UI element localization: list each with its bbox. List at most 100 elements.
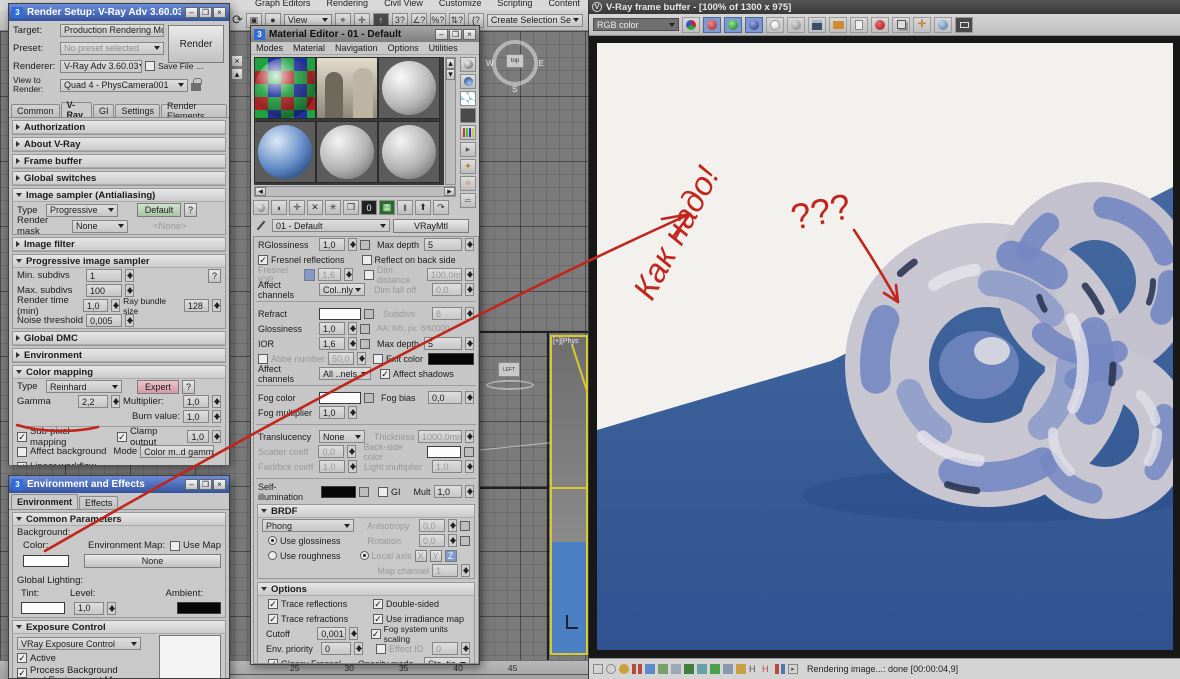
rollout-global-dmc[interactable]: Global DMC <box>13 332 225 345</box>
ior-field[interactable]: 1,6 <box>319 337 345 350</box>
brdf-type-dropdown[interactable]: Phong <box>262 519 354 532</box>
burn-field[interactable]: 1,0 <box>183 410 209 423</box>
get-material-icon[interactable] <box>253 200 269 215</box>
close-icon[interactable]: × <box>463 28 476 40</box>
anisotropy-field[interactable]: 0,0 <box>419 519 445 532</box>
scroll-right-icon[interactable]: ▸ <box>444 186 455 196</box>
rollout-options[interactable]: Options <box>258 583 474 596</box>
render-setup-dialog[interactable]: 3 Render Setup: V-Ray Adv 3.60.03 – ❐ × Ta… <box>8 3 230 465</box>
fog-mult-field[interactable]: 1,0 <box>319 406 345 419</box>
make-preview-icon[interactable]: ▸ <box>460 142 476 157</box>
gamma-field[interactable]: 2,2 <box>78 395 108 408</box>
use-map-checkbox[interactable] <box>169 540 180 551</box>
tab-settings[interactable]: Settings <box>115 104 160 117</box>
fog-bias-spinner[interactable] <box>465 391 474 404</box>
sample-slot-checker[interactable] <box>254 57 316 119</box>
refl-maxdepth-field[interactable]: 5 <box>424 238 462 251</box>
status-icon[interactable] <box>658 664 668 674</box>
clamp-spinner[interactable] <box>212 430 221 443</box>
backside-checkbox[interactable] <box>361 254 372 265</box>
self-illumination-swatch[interactable] <box>320 485 357 498</box>
ray-bundle-field[interactable]: 128 <box>183 299 209 312</box>
render-image[interactable] <box>597 43 1173 650</box>
effect-id-field[interactable]: 0 <box>432 642 458 655</box>
axis-z-button[interactable]: Z <box>444 549 457 562</box>
max-subdivs-spinner[interactable] <box>125 284 134 297</box>
gi-checkbox[interactable] <box>378 486 389 497</box>
scatter-field[interactable]: 0,0 <box>318 445 345 458</box>
cutoff-spinner[interactable] <box>348 627 358 640</box>
region-render-icon[interactable] <box>955 16 973 33</box>
env-priority-spinner[interactable] <box>354 642 363 655</box>
rglossiness-spinner[interactable] <box>348 238 357 251</box>
material-name-dropdown[interactable]: 01 - Default <box>272 219 390 232</box>
menu-scripting[interactable]: Scripting <box>497 0 532 8</box>
affect-background-checkbox[interactable] <box>17 446 27 457</box>
rollout-frame-buffer[interactable]: Frame buffer <box>13 155 225 168</box>
abbe-field[interactable]: 50,0 <box>328 352 355 365</box>
light-mult-field[interactable]: 1,0 <box>432 460 462 473</box>
affect-shadows-checkbox[interactable] <box>380 368 390 379</box>
max-subdivs-field[interactable]: 100 <box>86 284 122 297</box>
anisotropy-map-slot[interactable] <box>460 520 470 531</box>
axis-y-button[interactable]: Y <box>429 549 442 562</box>
active-checkbox[interactable] <box>17 653 27 663</box>
restore-icon[interactable]: ❐ <box>199 479 212 490</box>
menu-content[interactable]: Content <box>548 0 580 8</box>
multiplier-field[interactable]: 1,0 <box>183 395 209 408</box>
map-channel-field[interactable]: 1 <box>432 564 458 577</box>
render-button[interactable]: Render <box>168 25 224 63</box>
show-map-icon[interactable]: ▦ <box>379 200 395 215</box>
rgb-wheel-icon[interactable] <box>682 16 700 33</box>
process-background-checkbox[interactable] <box>17 668 27 678</box>
target-dropdown[interactable]: Production Rendering Mode <box>60 23 164 37</box>
rollout-image-filter[interactable]: Image filter <box>13 238 225 251</box>
rotation-map-slot[interactable] <box>460 535 470 546</box>
env-titlebar[interactable]: 3 Environment and Effects – ❐ × <box>9 476 229 493</box>
axis-x-button[interactable]: X <box>414 549 427 562</box>
vfb-titlebar[interactable]: V V-Ray frame buffer - [100% of 1300 x 9… <box>589 0 1180 14</box>
tint-swatch[interactable] <box>21 602 65 614</box>
rollout-global-switches[interactable]: Global switches <box>13 172 225 185</box>
rollout-brdf[interactable]: BRDF <box>258 505 474 518</box>
exit-color-swatch[interactable] <box>428 352 474 365</box>
sampler-help-button[interactable]: ? <box>184 203 197 217</box>
refract-map-slot[interactable] <box>364 308 374 319</box>
default-button[interactable]: Default <box>137 203 181 217</box>
linear-workflow-checkbox[interactable] <box>17 461 27 465</box>
cutoff-field[interactable]: 0,001 <box>317 627 346 640</box>
load-image-icon[interactable] <box>829 16 847 33</box>
progressive-help-button[interactable]: ? <box>208 268 221 283</box>
clear-image-icon[interactable] <box>871 16 889 33</box>
red-channel-icon[interactable] <box>703 16 721 33</box>
put-material-icon[interactable]: ◗ <box>271 200 287 215</box>
level-spinner[interactable] <box>107 601 116 615</box>
status-icon[interactable]: ▸ <box>788 664 798 674</box>
rollout-about-vray[interactable]: About V-Ray <box>13 138 225 151</box>
multiplier-spinner[interactable] <box>212 395 221 408</box>
alpha-channel-icon[interactable] <box>766 16 784 33</box>
fog-units-checkbox[interactable] <box>370 628 381 639</box>
minimize-icon[interactable]: – <box>185 479 198 490</box>
render-mask-dropdown[interactable]: None <box>72 219 128 233</box>
redo-icon[interactable]: ⟳ <box>232 12 243 28</box>
subdivs-spinner[interactable] <box>465 307 474 320</box>
assign-material-icon[interactable]: ✛ <box>289 200 305 215</box>
dim-falloff-spinner[interactable] <box>465 283 474 296</box>
dock-scroll-up-icon[interactable]: ▴ <box>231 68 243 80</box>
rotation-spinner[interactable] <box>448 534 457 547</box>
status-icon-h2[interactable]: H <box>762 664 772 674</box>
material-editor-dialog[interactable]: 3 Material Editor - 01 - Default – ❐ × Mod… <box>250 25 480 665</box>
backlight-icon[interactable] <box>460 74 476 89</box>
refr-maxdepth-field[interactable]: 5 <box>424 337 462 350</box>
ior-map-slot[interactable] <box>360 338 370 349</box>
status-icon[interactable] <box>619 664 629 674</box>
vray-frame-buffer-window[interactable]: V V-Ray frame buffer - [100% of 1300 x 9… <box>588 0 1180 679</box>
ray-bundle-spinner[interactable] <box>212 299 221 312</box>
vfb-channel-dropdown[interactable]: RGB color <box>593 18 679 31</box>
restore-icon[interactable]: ❐ <box>449 28 462 40</box>
tab-environment[interactable]: Environment <box>11 494 79 509</box>
level-field[interactable]: 1,0 <box>74 601 104 615</box>
noise-threshold-field[interactable]: 0,005 <box>86 314 122 327</box>
self-mult-field[interactable]: 1,0 <box>433 485 463 498</box>
